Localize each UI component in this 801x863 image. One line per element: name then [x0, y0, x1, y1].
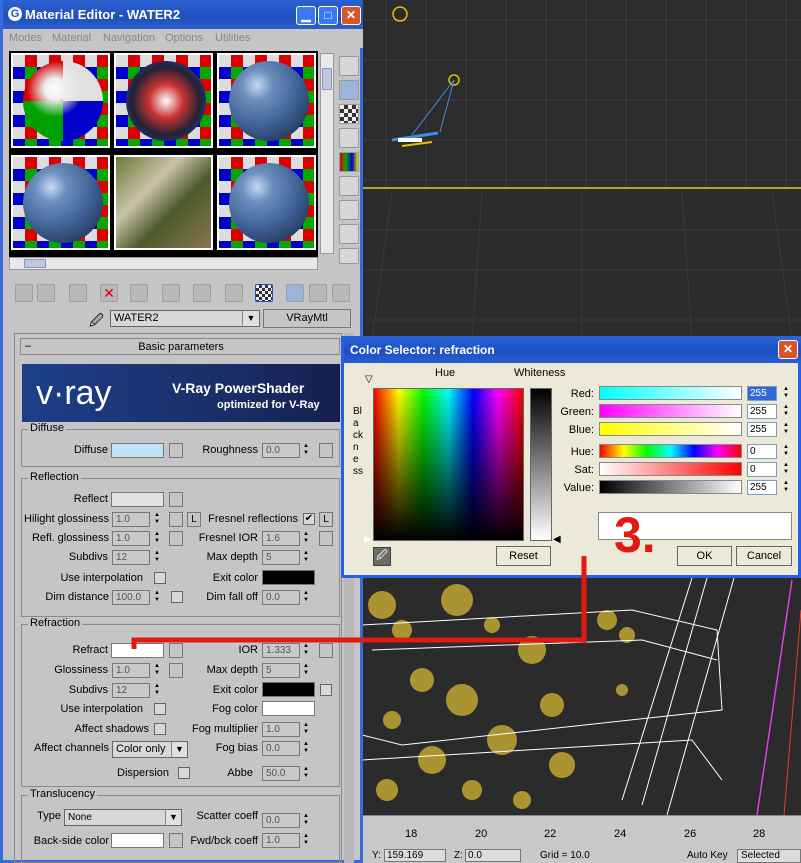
annotation-overlay [131, 556, 587, 649]
step-annotation: 3. [614, 507, 656, 563]
